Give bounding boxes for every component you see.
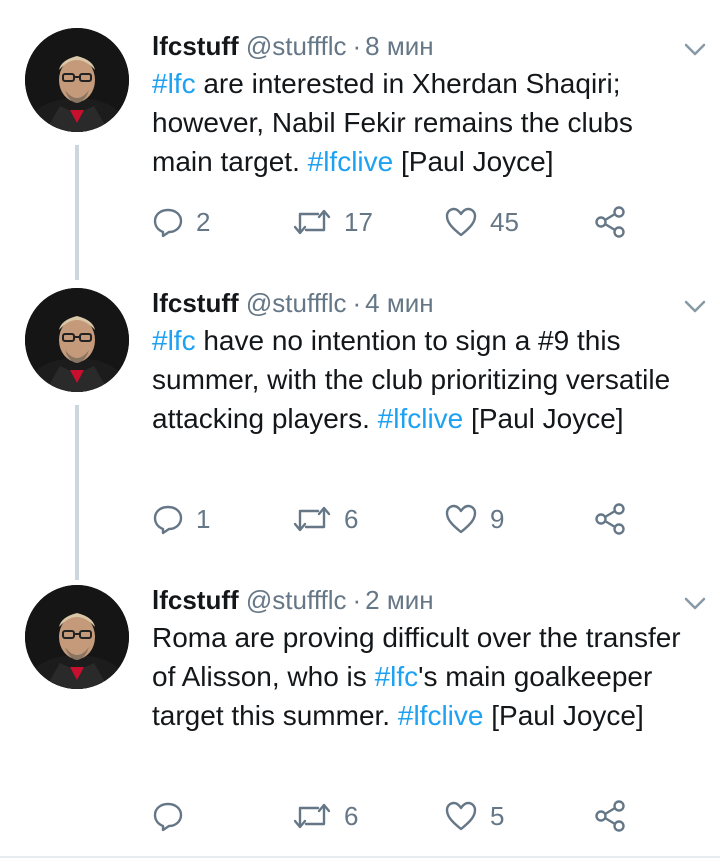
bottom-divider bbox=[0, 856, 720, 858]
user-handle[interactable]: @stuffflc bbox=[246, 31, 347, 61]
tweet-actions: 2 17 45 bbox=[152, 200, 632, 244]
hashtag-link[interactable]: #lfclive bbox=[398, 700, 484, 731]
display-name[interactable]: lfcstuff bbox=[152, 288, 239, 318]
timestamp[interactable]: 4 мин bbox=[365, 288, 433, 318]
retweet-button[interactable]: 6 bbox=[292, 497, 358, 541]
reply-button[interactable] bbox=[152, 794, 196, 838]
separator-dot: · bbox=[352, 31, 362, 61]
heart-icon bbox=[444, 800, 478, 832]
retweet-count: 17 bbox=[344, 206, 373, 237]
avatar-image bbox=[25, 288, 129, 392]
share-button[interactable] bbox=[594, 200, 626, 244]
like-count: 9 bbox=[490, 503, 505, 534]
hashtag-link[interactable]: #lfc bbox=[152, 68, 196, 99]
chevron-down-icon[interactable] bbox=[680, 291, 710, 321]
chevron-down-icon[interactable] bbox=[680, 588, 710, 618]
like-button[interactable]: 45 bbox=[444, 200, 519, 244]
reply-count: 1 bbox=[196, 503, 211, 534]
text-segment: [Paul Joyce] bbox=[483, 700, 644, 731]
user-handle[interactable]: @stuffflc bbox=[246, 585, 347, 615]
tweet-text: #lfc have no intention to sign a #9 this… bbox=[152, 321, 700, 438]
thread-line bbox=[75, 405, 79, 580]
tweet-header: lfcstuff @stuffflc · 4 мин bbox=[152, 285, 700, 321]
reply-icon bbox=[152, 503, 184, 535]
reply-button[interactable]: 2 bbox=[152, 200, 210, 244]
user-handle[interactable]: @stuffflc bbox=[246, 288, 347, 318]
reply-count: 2 bbox=[196, 206, 211, 237]
share-icon bbox=[594, 503, 626, 535]
reply-icon bbox=[152, 800, 184, 832]
avatar-image bbox=[25, 585, 129, 689]
hashtag-link[interactable]: #lfclive bbox=[378, 403, 464, 434]
reply-icon bbox=[152, 206, 184, 238]
tweet-thread: lfcstuff @stuffflc · 8 мин #lfc are intere… bbox=[0, 0, 720, 864]
like-count: 5 bbox=[490, 800, 505, 831]
heart-icon bbox=[444, 206, 478, 238]
hashtag-link[interactable]: #lfc bbox=[152, 325, 196, 356]
retweet-button[interactable]: 17 bbox=[292, 200, 373, 244]
display-name[interactable]: lfcstuff bbox=[152, 585, 239, 615]
avatar[interactable] bbox=[25, 288, 129, 392]
thread-line bbox=[75, 145, 79, 280]
retweet-count: 6 bbox=[344, 800, 359, 831]
hashtag-link[interactable]: #lfclive bbox=[308, 146, 394, 177]
share-icon bbox=[594, 800, 626, 832]
timestamp[interactable]: 8 мин bbox=[365, 31, 433, 61]
retweet-icon bbox=[292, 503, 332, 535]
like-button[interactable]: 9 bbox=[444, 497, 504, 541]
like-count: 45 bbox=[490, 206, 519, 237]
share-icon bbox=[594, 206, 626, 238]
retweet-count: 6 bbox=[344, 503, 359, 534]
heart-icon bbox=[444, 503, 478, 535]
chevron-down-icon[interactable] bbox=[680, 34, 710, 64]
avatar-image bbox=[25, 28, 129, 132]
tweet-header: lfcstuff @stuffflc · 2 мин bbox=[152, 582, 700, 618]
text-segment: [Paul Joyce] bbox=[393, 146, 554, 177]
text-segment: [Paul Joyce] bbox=[463, 403, 624, 434]
tweet-text: #lfc are interested in Xherdan Shaqiri; … bbox=[152, 64, 700, 181]
tweet-actions: 6 5 bbox=[152, 794, 632, 838]
display-name[interactable]: lfcstuff bbox=[152, 31, 239, 61]
share-button[interactable] bbox=[594, 497, 626, 541]
retweet-button[interactable]: 6 bbox=[292, 794, 358, 838]
separator-dot: · bbox=[352, 585, 362, 615]
retweet-icon bbox=[292, 800, 332, 832]
reply-button[interactable]: 1 bbox=[152, 497, 210, 541]
retweet-icon bbox=[292, 206, 332, 238]
hashtag-link[interactable]: #lfc bbox=[375, 661, 419, 692]
tweet-header: lfcstuff @stuffflc · 8 мин bbox=[152, 28, 700, 64]
tweet-actions: 1 6 9 bbox=[152, 497, 632, 541]
separator-dot: · bbox=[352, 288, 362, 318]
timestamp[interactable]: 2 мин bbox=[365, 585, 433, 615]
tweet-text: Roma are proving difficult over the tran… bbox=[152, 618, 700, 735]
avatar[interactable] bbox=[25, 28, 129, 132]
share-button[interactable] bbox=[594, 794, 626, 838]
like-button[interactable]: 5 bbox=[444, 794, 504, 838]
avatar[interactable] bbox=[25, 585, 129, 689]
